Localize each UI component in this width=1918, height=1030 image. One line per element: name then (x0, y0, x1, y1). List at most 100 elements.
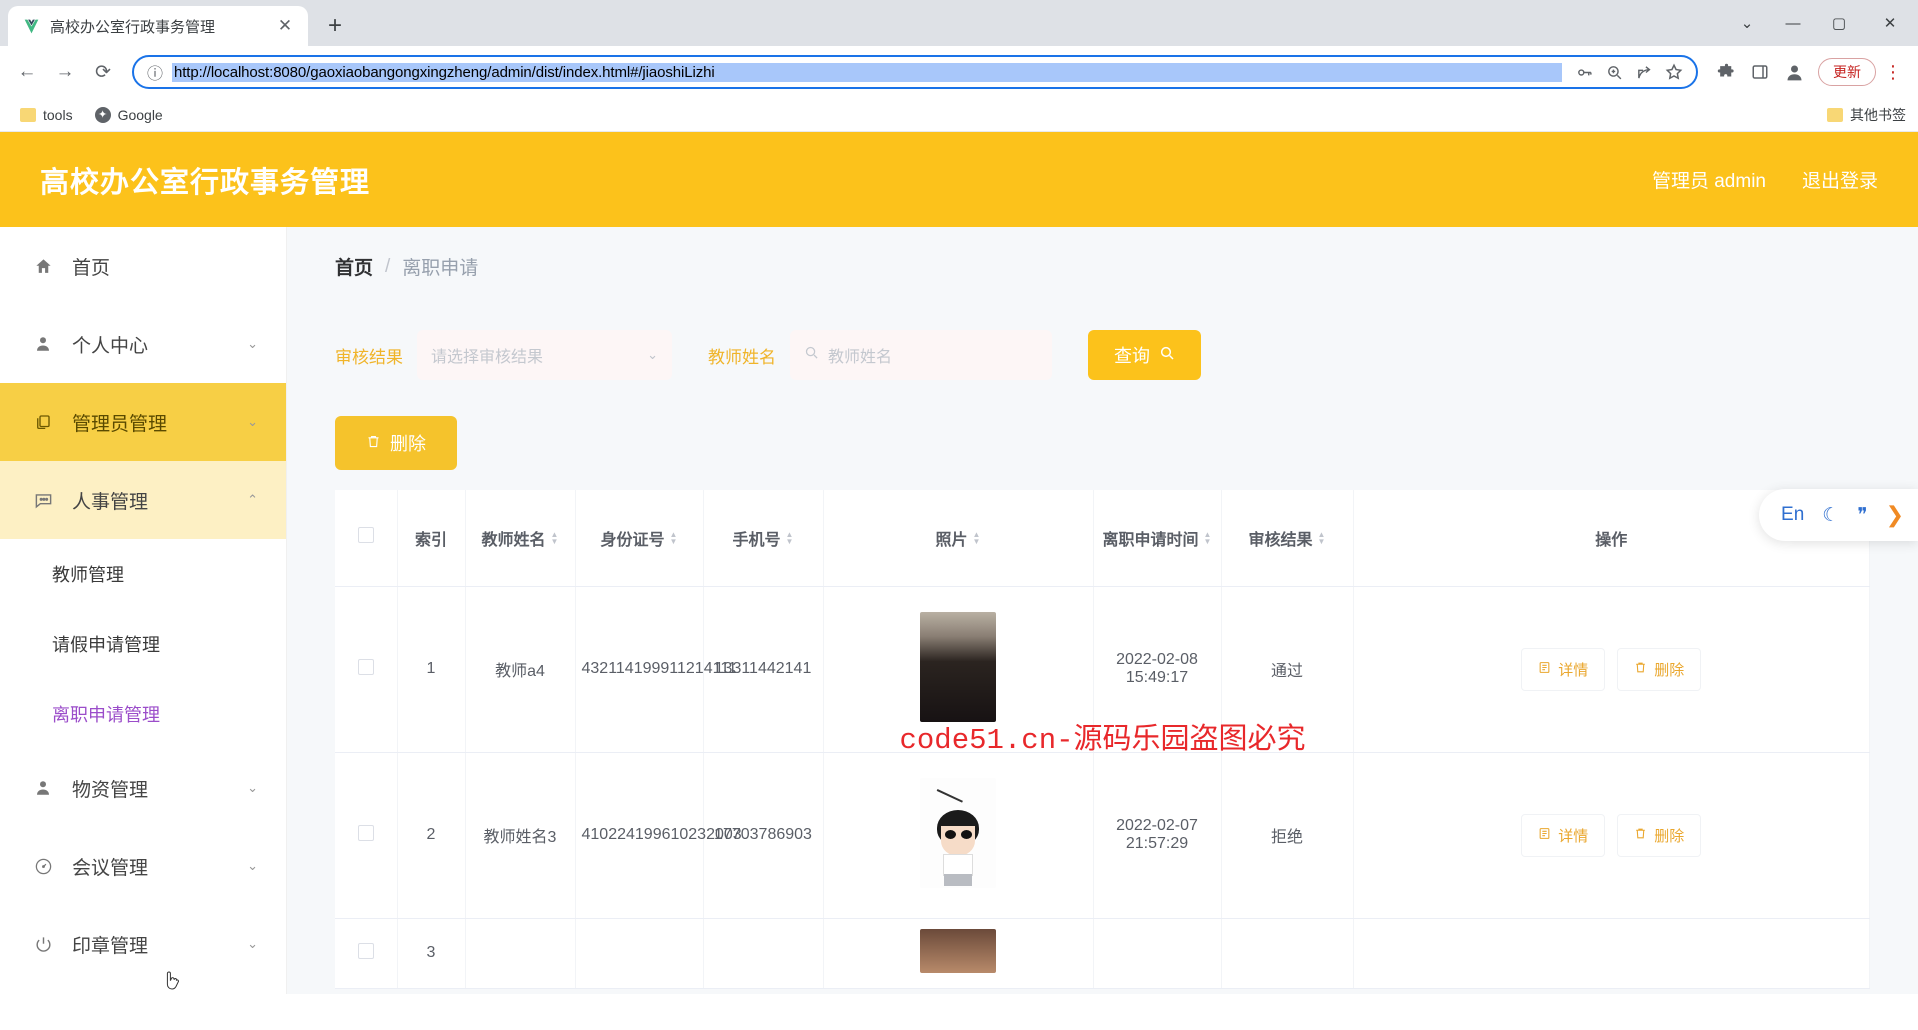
sort-icon[interactable]: ▲ ▼ (786, 530, 794, 545)
detail-label: 详情 (1558, 827, 1589, 845)
row-checkbox[interactable] (357, 824, 374, 841)
app-header: 高校办公室行政事务管理 管理员 admin 退出登录 (0, 132, 1918, 227)
trash-icon (366, 433, 381, 454)
sidebar-item-resignation-application[interactable]: 离职申请管理 (0, 679, 286, 749)
review-result-select[interactable]: 请选择审核结果 ⌄ (417, 330, 672, 380)
search-button-label: 查询 (1114, 346, 1150, 366)
app-header-right: 管理员 admin 退出登录 (1652, 166, 1878, 193)
cell-review-result (1221, 918, 1354, 989)
home-icon (32, 257, 54, 276)
power-icon (32, 935, 54, 954)
breadcrumb-home[interactable]: 首页 (335, 253, 373, 280)
collapse-chevron-icon[interactable]: ❯ (1886, 502, 1904, 528)
folder-icon (1827, 107, 1843, 122)
zoom-icon[interactable] (1600, 58, 1628, 86)
teacher-name-input[interactable]: 教师姓名 (790, 330, 1052, 380)
puzzle-icon[interactable] (1710, 56, 1742, 88)
update-button[interactable]: 更新 (1818, 58, 1876, 86)
table-row[interactable]: 2 教师姓名3 410224199610232003 17703786903 2… (335, 752, 1870, 919)
cell-index: 2 (397, 752, 466, 919)
sort-icon[interactable]: ▲ ▼ (973, 530, 981, 545)
bulk-delete-button[interactable]: 删除 (335, 416, 457, 470)
language-toggle[interactable]: En (1781, 504, 1804, 526)
browser-menu-icon[interactable]: ⋮ (1878, 56, 1908, 88)
browser-tab[interactable]: 高校办公室行政事务管理 ✕ (8, 6, 308, 46)
sort-icon[interactable]: ▲ ▼ (670, 530, 678, 545)
sidebar-item-home[interactable]: 首页 (0, 227, 286, 305)
close-icon[interactable]: ✕ (272, 13, 298, 39)
other-bookmarks[interactable]: 其他书签 (1827, 105, 1906, 125)
sidebar-item-label: 首页 (72, 257, 111, 279)
maximize-button[interactable]: ▢ (1816, 0, 1862, 46)
new-tab-button[interactable]: + (318, 9, 352, 43)
minimize-button[interactable]: — (1770, 0, 1816, 46)
sidepanel-icon[interactable] (1744, 56, 1776, 88)
share-icon[interactable] (1630, 58, 1658, 86)
sort-icon[interactable]: ▲ ▼ (1318, 530, 1326, 545)
th-photo[interactable]: 照片 ▲ ▼ (823, 490, 1094, 587)
th-id-card[interactable]: 身份证号 ▲ ▼ (575, 490, 704, 587)
chevron-up-icon: ⌃ (247, 492, 258, 507)
mouse-cursor-icon (164, 971, 184, 993)
th-select-all (335, 490, 398, 587)
dark-mode-icon[interactable]: ☾ (1822, 504, 1839, 527)
key-icon[interactable] (1570, 58, 1598, 86)
back-icon[interactable]: ← (10, 55, 44, 89)
row-delete-button[interactable]: 删除 (1617, 813, 1702, 857)
url-text[interactable]: http://localhost:8080/gaoxiaobangongxing… (172, 62, 1562, 82)
sidebar-item-label: 个人中心 (72, 335, 149, 357)
search-icon (1159, 345, 1175, 366)
cell-select (335, 918, 398, 989)
th-apply-time[interactable]: 离职申请时间 ▲ ▼ (1093, 490, 1222, 587)
teacher-photo[interactable] (920, 611, 996, 722)
sidebar-item-teacher-management[interactable]: 教师管理 (0, 539, 286, 609)
window-close-button[interactable]: ✕ (1862, 0, 1918, 46)
bulk-delete-label: 删除 (390, 434, 426, 454)
profile-avatar-icon[interactable] (1778, 56, 1810, 88)
search-button[interactable]: 查询 (1088, 330, 1201, 380)
bookmark-tools[interactable]: tools (12, 103, 81, 127)
row-checkbox[interactable] (357, 658, 374, 675)
logout-link[interactable]: 退出登录 (1802, 166, 1878, 193)
sidebar-item-material-management[interactable]: 物资管理 ⌄ (0, 749, 286, 827)
sidebar-item-label: 物资管理 (72, 779, 149, 801)
clock-icon (32, 857, 54, 876)
quote-icon[interactable]: ❞ (1857, 504, 1867, 527)
sidebar-item-admin-management[interactable]: 管理员管理 ⌄ (0, 383, 286, 461)
sidebar-item-meeting-management[interactable]: 会议管理 ⌄ (0, 827, 286, 905)
sidebar-item-basic-data-management[interactable]: 基础数据管理 ⌄ (0, 983, 286, 994)
th-teacher-name[interactable]: 教师姓名 ▲ ▼ (465, 490, 576, 587)
star-icon[interactable] (1660, 58, 1688, 86)
sidebar-item-leave-application[interactable]: 请假申请管理 (0, 609, 286, 679)
breadcrumb: 首页 / 离职申请 (287, 227, 1918, 280)
detail-button[interactable]: 详情 (1521, 813, 1606, 857)
teacher-photo[interactable] (920, 928, 996, 973)
sidebar-item-hr-management[interactable]: 人事管理 ⌃ (0, 461, 286, 990)
teacher-photo[interactable] (920, 777, 996, 888)
sort-icon[interactable]: ▲ ▼ (1204, 530, 1212, 545)
row-checkbox[interactable] (357, 942, 374, 959)
th-phone[interactable]: 手机号 ▲ ▼ (703, 490, 824, 587)
row-delete-button[interactable]: 删除 (1617, 647, 1702, 691)
table-row[interactable]: 3 (335, 918, 1870, 989)
person-icon (32, 779, 54, 797)
cell-apply-time: 2022-02-07 21:57:29 (1093, 752, 1222, 919)
row-delete-label: 删除 (1654, 661, 1685, 679)
comment-icon (32, 491, 54, 510)
site-info-icon[interactable]: ⓘ (146, 63, 164, 83)
address-bar[interactable]: ⓘ http://localhost:8080/gaoxiaobangongxi… (132, 55, 1698, 89)
detail-button[interactable]: 详情 (1521, 647, 1606, 691)
th-review-result[interactable]: 审核结果 ▲ ▼ (1221, 490, 1354, 587)
select-all-checkbox[interactable] (357, 527, 374, 544)
sidebar-item-personal-center[interactable]: 个人中心 ⌄ (0, 305, 286, 383)
tab-search-chevron-icon[interactable]: ⌄ (1724, 0, 1770, 46)
reload-icon[interactable]: ⟳ (86, 55, 120, 89)
detail-label: 详情 (1558, 661, 1589, 679)
breadcrumb-current: 离职申请 (402, 258, 479, 279)
sidebar-item-seal-management[interactable]: 印章管理 ⌄ (0, 905, 286, 983)
forward-icon[interactable]: → (48, 55, 82, 89)
cell-teacher-name (465, 918, 576, 989)
trash-icon (1634, 661, 1647, 678)
bookmark-google[interactable]: ✦ Google (87, 103, 171, 127)
sort-icon[interactable]: ▲ ▼ (551, 530, 559, 545)
